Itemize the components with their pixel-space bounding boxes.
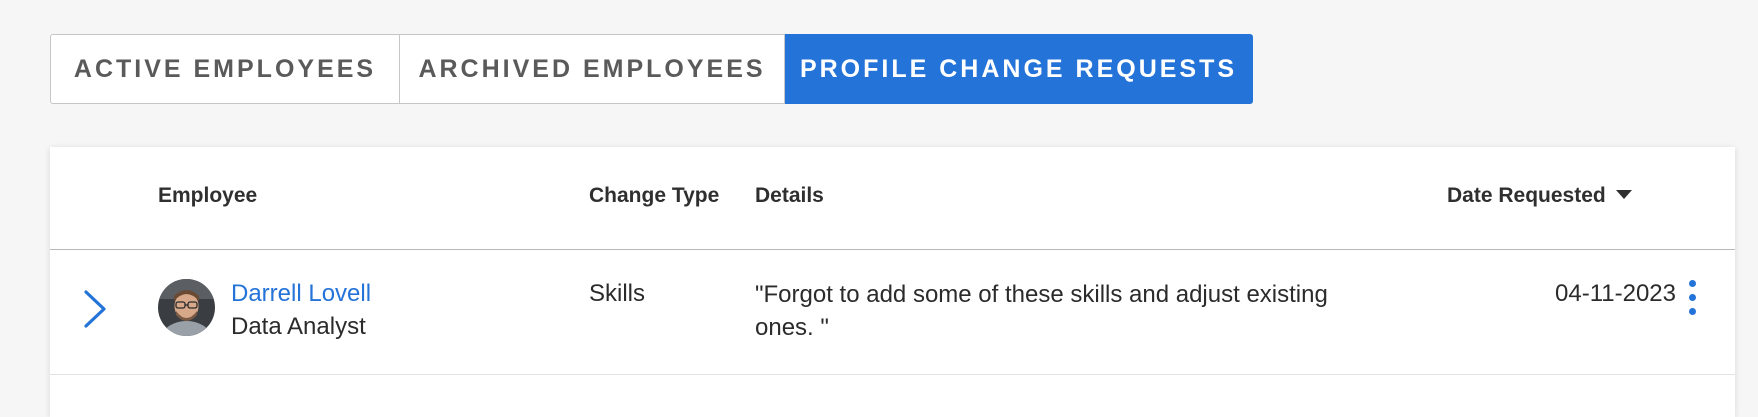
tab-active-employees[interactable]: ACTIVE EMPLOYEES: [50, 34, 400, 104]
chevron-right-icon[interactable]: [80, 288, 110, 330]
employee-tabs: ACTIVE EMPLOYEES ARCHIVED EMPLOYEES PROF…: [50, 34, 1253, 104]
more-options-icon[interactable]: [1682, 280, 1702, 322]
caret-down-icon[interactable]: [1615, 190, 1632, 199]
column-header-change-type[interactable]: Change Type: [589, 184, 719, 208]
column-header-details[interactable]: Details: [755, 184, 824, 208]
employee-job-title: Data Analyst: [231, 313, 366, 340]
avatar: [158, 279, 215, 336]
table-header: Employee Change Type Details Date Reques…: [50, 147, 1735, 250]
table-row: Darrell Lovell Data Analyst Skills "Forg…: [50, 250, 1735, 375]
column-header-employee[interactable]: Employee: [158, 184, 257, 208]
column-header-date-requested[interactable]: Date Requested: [1447, 184, 1632, 208]
tab-profile-change-requests[interactable]: PROFILE CHANGE REQUESTS: [785, 34, 1253, 104]
change-type-cell: Skills: [589, 280, 646, 307]
date-requested-cell: 04-11-2023: [1555, 280, 1676, 307]
requests-table: Employee Change Type Details Date Reques…: [50, 147, 1735, 417]
tab-archived-employees[interactable]: ARCHIVED EMPLOYEES: [400, 34, 785, 104]
details-cell: "Forgot to add some of these skills and …: [755, 281, 1328, 341]
employee-name-link[interactable]: Darrell Lovell: [231, 280, 371, 308]
column-header-date-requested-label: Date Requested: [1447, 184, 1606, 207]
